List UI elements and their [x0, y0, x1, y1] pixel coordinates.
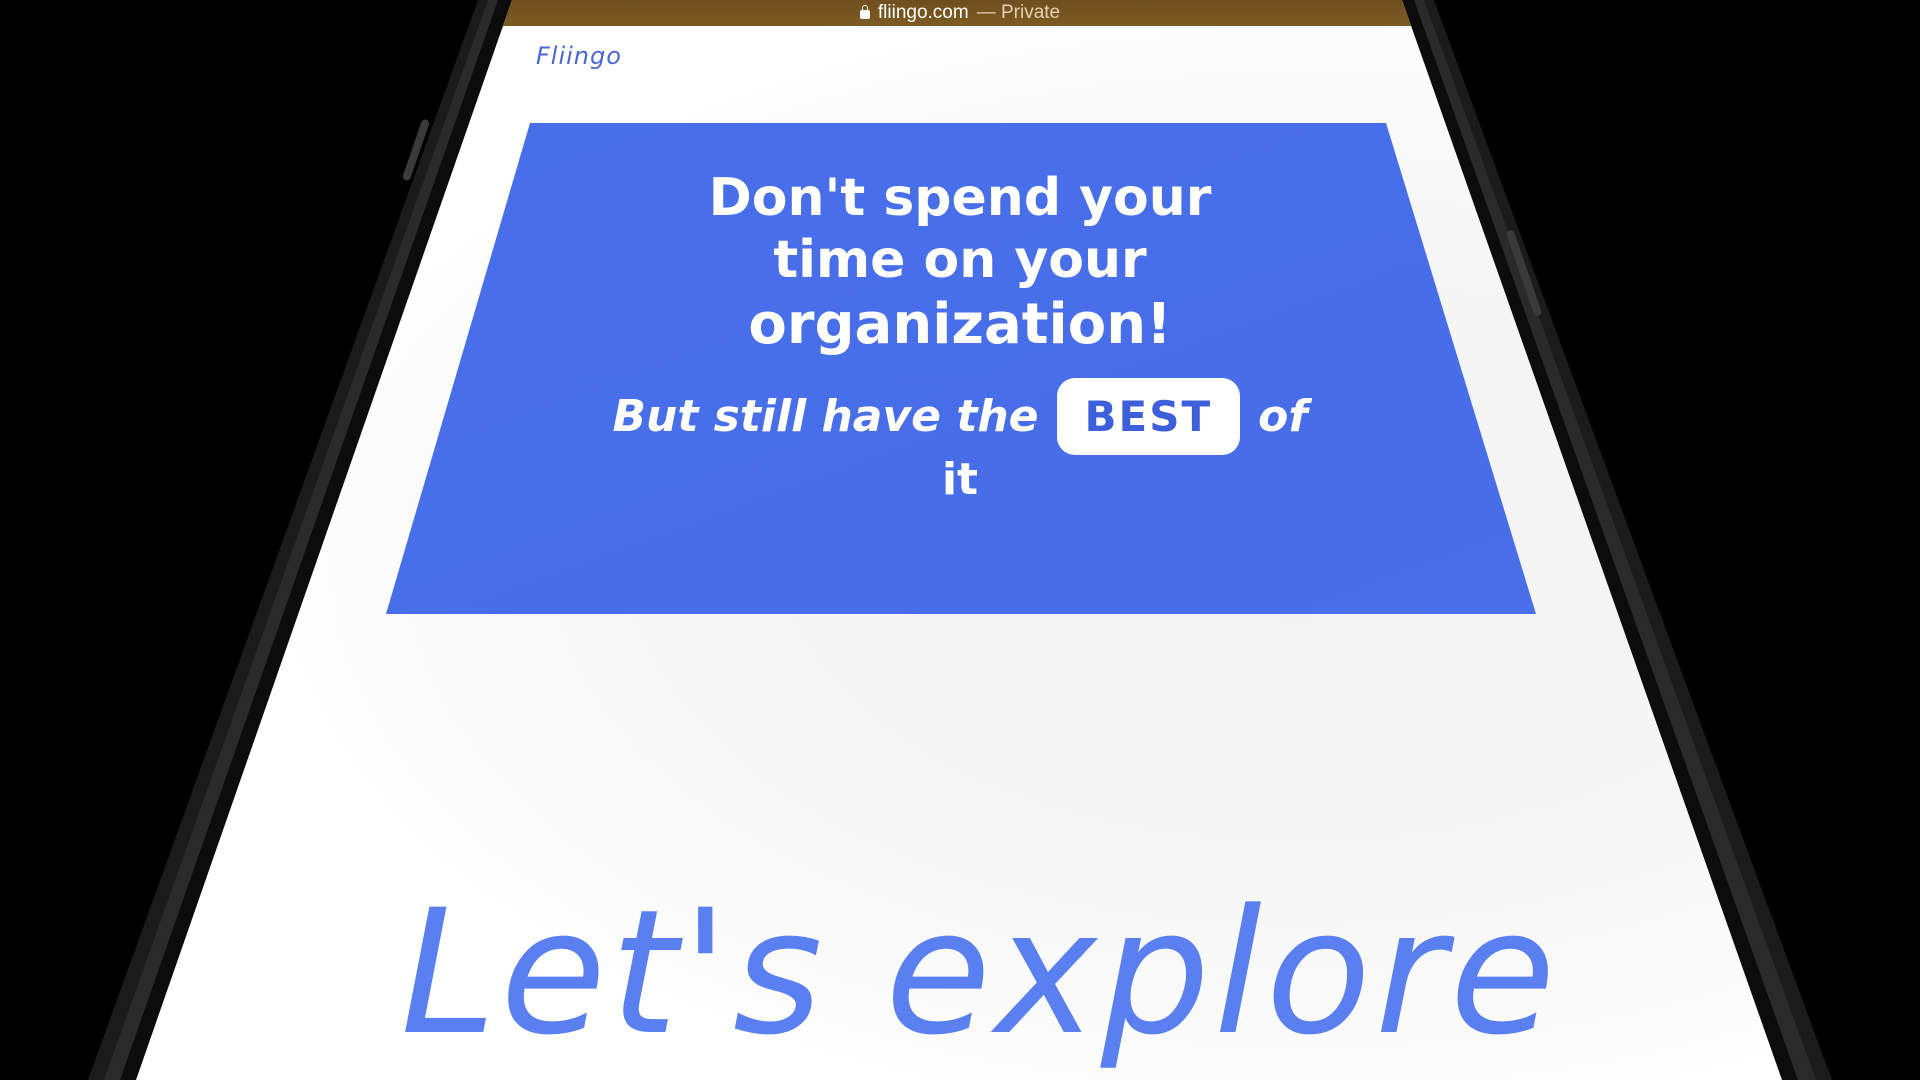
- stage: fliingo.com — Private Fliingo Don't spen…: [0, 0, 1920, 1080]
- browser-address-bar[interactable]: fliingo.com — Private: [500, 0, 1420, 26]
- hero-subtitle-line-2: it: [941, 454, 979, 505]
- hero-headline-line-2: time on your: [773, 230, 1147, 290]
- explore-heading: Let's explore: [400, 872, 1560, 1073]
- lock-icon: [859, 4, 870, 19]
- address-domain: fliingo.com: [877, 2, 969, 23]
- hero-headline-line-1: Don't spend your: [708, 168, 1212, 228]
- hero-subtitle-suffix: of: [1258, 391, 1308, 442]
- site-logo[interactable]: Fliingo: [536, 42, 622, 70]
- hero-headline-line-3: organization!: [748, 292, 1172, 357]
- hero-subtitle-prefix: But still have the: [612, 391, 1039, 442]
- best-badge: BEST: [1056, 378, 1241, 455]
- hero-subtitle: But still have the BEST of: [520, 378, 1400, 455]
- private-mode-label: — Private: [976, 2, 1061, 23]
